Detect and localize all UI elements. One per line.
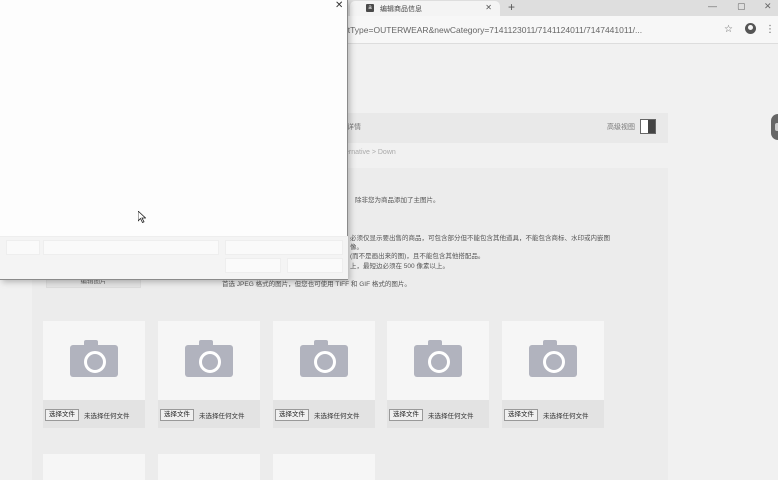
dialog-footer [0,236,348,279]
choose-file-button[interactable]: 选择文件 [45,409,79,421]
choose-file-button[interactable]: 选择文件 [504,409,538,421]
camera-icon [414,340,462,377]
address-bar[interactable]: oats&productType=OUTERWEAR&newCategory=7… [300,21,718,39]
choose-file-button[interactable]: 选择文件 [160,409,194,421]
image-slot [158,454,260,480]
dialog-close-icon[interactable]: ✕ [335,0,343,11]
camera-icon [70,340,118,377]
file-status: 未选择任何文件 [84,413,130,420]
camera-icon [185,340,233,377]
image-note-2: 必须仅显示要出售的商品，可包含部分但不能包含其他道具，不能包含商标、水印或内嵌图 [350,235,610,242]
image-note-1: 除非您为商品添加了主图片。 [355,197,440,204]
image-note-5: 上，最短边必须在 500 像素以上。 [350,263,449,270]
side-scroll-handle[interactable] [771,114,778,140]
image-slot: 选择文件 未选择任何文件 [387,321,489,428]
file-name-label [6,240,40,255]
image-slot: 选择文件 未选择任何文件 [502,321,604,428]
file-name-input[interactable] [43,240,219,255]
camera-icon [529,340,577,377]
advanced-view-label: 高级视图 [607,124,635,131]
file-status: 未选择任何文件 [314,413,360,420]
image-slot: 选择文件 未选择任何文件 [273,321,375,428]
image-slot [43,454,145,480]
image-placeholder [273,321,375,400]
minimize-icon[interactable]: — [708,1,717,11]
menu-dots-icon[interactable]: ⋮ [765,24,775,35]
image-slot [273,454,375,480]
choose-file-button[interactable]: 选择文件 [275,409,309,421]
file-status: 未选择任何文件 [199,413,245,420]
image-slot: 选择文件 未选择任何文件 [158,321,260,428]
camera-icon [300,340,348,377]
cancel-button[interactable] [287,258,343,273]
file-type-select[interactable] [225,240,343,255]
bookmark-star-icon[interactable]: ☆ [724,24,733,35]
image-placeholder [43,321,145,400]
image-note-4: (而不是画出来的图)，且不能包含其他搭配品。 [350,253,485,260]
image-placeholder [387,321,489,400]
image-slot: 选择文件 未选择任何文件 [43,321,145,428]
amazon-favicon-icon: a [366,4,374,12]
breadcrumb[interactable]: ernative > Down [345,149,396,156]
file-status: 未选择任何文件 [543,413,589,420]
file-open-dialog: ✕ [0,0,348,280]
mouse-cursor-icon [138,211,146,223]
open-button[interactable] [225,258,281,273]
advanced-view-toggle[interactable] [640,119,656,134]
image-placeholder [158,321,260,400]
tab-close-icon[interactable]: ✕ [485,3,492,12]
file-status: 未选择任何文件 [428,413,474,420]
new-tab-icon[interactable]: + [508,0,515,14]
maximize-icon[interactable]: ▢ [737,1,746,12]
tab-edit-product[interactable]: a 编辑商品信息 ✕ [350,1,500,16]
window-close-icon[interactable]: ✕ [764,1,772,12]
profile-avatar-icon[interactable] [745,23,756,34]
choose-file-button[interactable]: 选择文件 [389,409,423,421]
image-placeholder [502,321,604,400]
tab-title: 编辑商品信息 [380,6,422,13]
subheader-label: 详情 [347,124,361,131]
